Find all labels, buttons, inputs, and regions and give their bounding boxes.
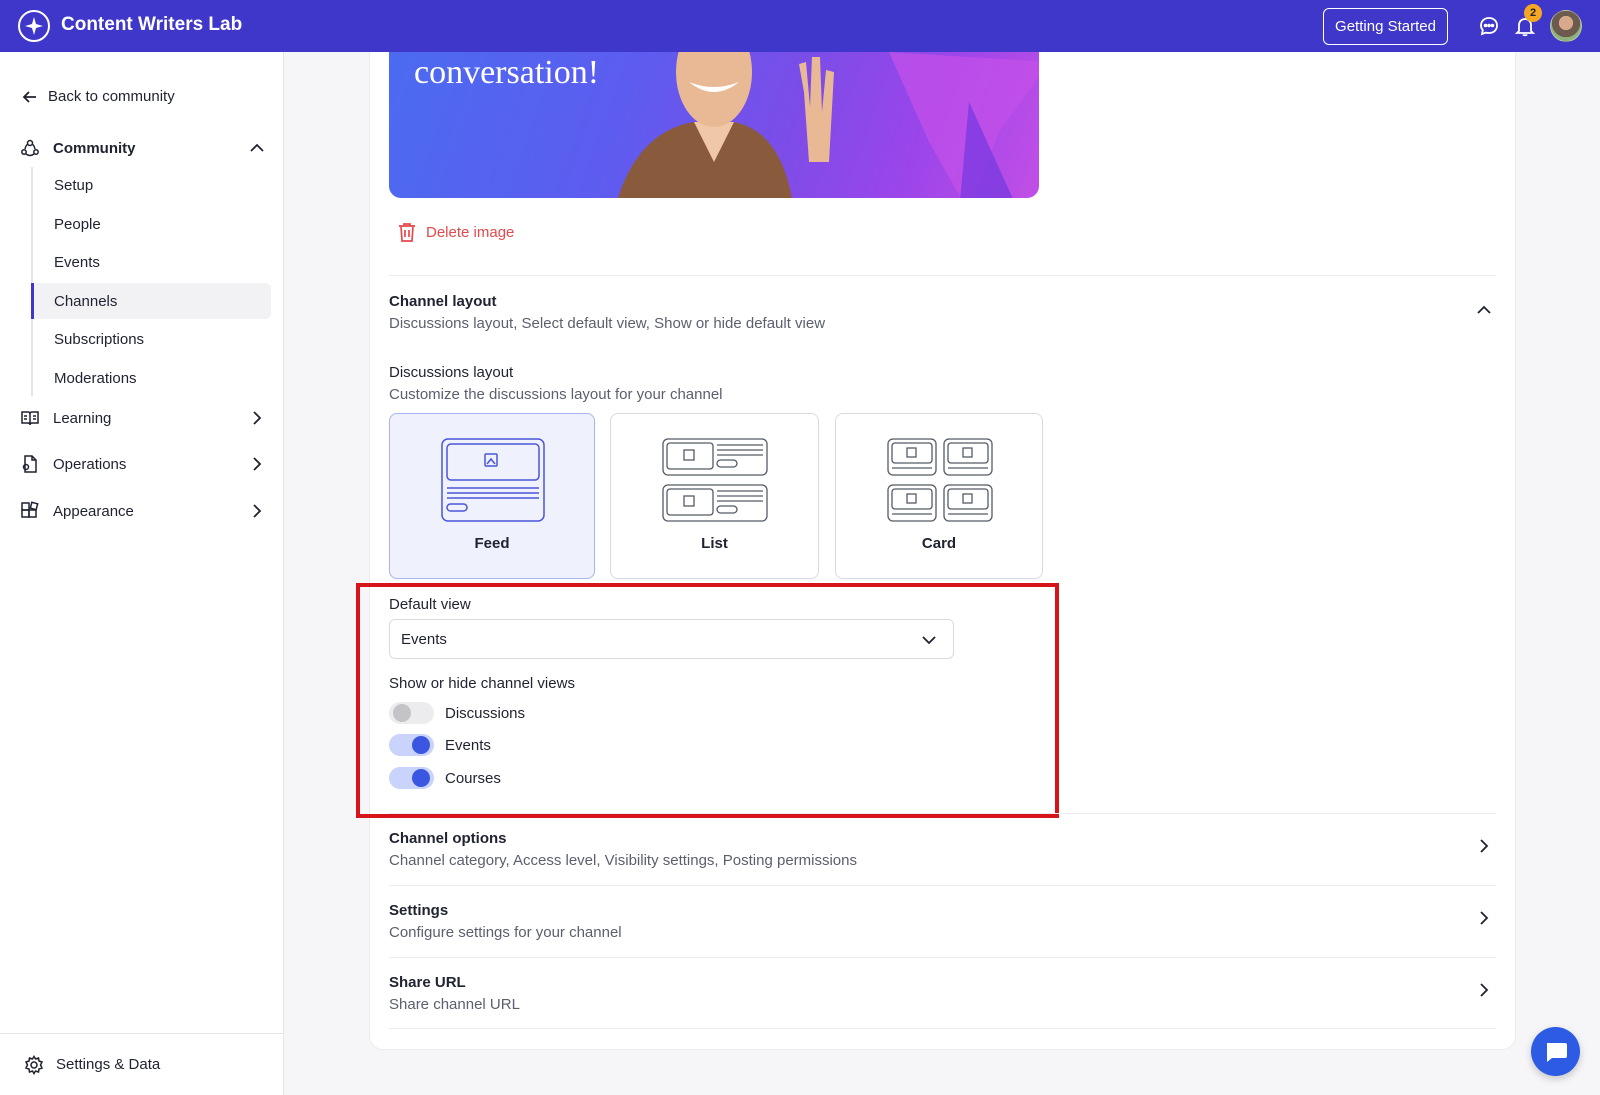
layout-option-card[interactable]: Card xyxy=(835,413,1043,579)
top-bar: Content Writers Lab Getting Started 2 xyxy=(0,0,1600,52)
courses-toggle[interactable] xyxy=(389,767,434,789)
toggle-row-courses: Courses xyxy=(389,767,501,789)
show-hide-views-label: Show or hide channel views xyxy=(389,675,575,692)
list-layout-icon xyxy=(662,438,768,522)
settings-title[interactable]: Settings xyxy=(389,902,448,919)
app-logo-icon[interactable] xyxy=(18,10,50,42)
settings-data-label: Settings & Data xyxy=(56,1056,161,1073)
channel-options-title[interactable]: Channel options xyxy=(389,830,507,847)
arrow-left-icon xyxy=(22,90,36,103)
divider xyxy=(389,1028,1496,1029)
chat-bubble-icon[interactable] xyxy=(1477,14,1501,38)
toggle-label: Courses xyxy=(445,769,501,787)
settings-data-link[interactable]: Settings & Data xyxy=(0,1033,284,1095)
notification-badge: 2 xyxy=(1524,4,1542,22)
sidebar-item-channels[interactable]: Channels xyxy=(31,283,271,319)
person-waving-image xyxy=(618,52,834,198)
sidebar-item-community[interactable]: Community xyxy=(20,138,265,158)
document-gear-icon xyxy=(22,455,37,473)
default-view-value: Events xyxy=(401,630,447,648)
default-view-select[interactable]: Events xyxy=(389,619,954,659)
layout-option-label: List xyxy=(701,535,728,552)
channel-layout-subtitle: Discussions layout, Select default view,… xyxy=(389,315,826,332)
chat-icon xyxy=(1546,1042,1567,1062)
getting-started-button[interactable]: Getting Started xyxy=(1323,8,1448,45)
sidebar-item-label: Learning xyxy=(53,409,112,427)
share-url-subtitle: Share channel URL xyxy=(389,996,520,1013)
channel-options-subtitle: Channel category, Access level, Visibili… xyxy=(389,852,857,869)
delete-image-label: Delete image xyxy=(426,223,515,241)
star-graphic xyxy=(889,52,1039,198)
chevron-right-icon[interactable] xyxy=(249,456,265,472)
divider xyxy=(389,813,1496,814)
sidebar-item-label: Operations xyxy=(53,455,127,473)
chevron-up-icon[interactable] xyxy=(249,140,265,156)
toggle-knob xyxy=(412,736,430,754)
events-toggle[interactable] xyxy=(389,734,434,756)
sidebar: Back to community Community Setup People… xyxy=(0,52,284,1095)
divider xyxy=(389,885,1496,886)
community-icon xyxy=(21,139,39,157)
toggle-row-discussions: Discussions xyxy=(389,702,525,724)
sidebar-item-operations[interactable]: Operations xyxy=(20,454,265,474)
trash-icon xyxy=(399,223,415,242)
toggle-knob xyxy=(393,704,411,722)
sidebar-item-setup[interactable]: Setup xyxy=(31,167,271,203)
book-icon xyxy=(21,411,39,426)
sidebar-item-subscriptions[interactable]: Subscriptions xyxy=(31,321,271,357)
toggle-label: Events xyxy=(445,736,491,754)
back-to-community-link[interactable]: Back to community xyxy=(22,88,175,105)
toggle-label: Discussions xyxy=(445,704,526,722)
sidebar-item-label: Appearance xyxy=(53,502,134,520)
feed-layout-icon xyxy=(441,438,545,522)
channel-cover-image: conversation! xyxy=(389,52,1039,198)
discussions-layout-label: Discussions layout xyxy=(389,364,514,381)
sidebar-item-learning[interactable]: Learning xyxy=(20,408,265,428)
divider xyxy=(389,275,1496,276)
divider xyxy=(389,957,1496,958)
layout-option-feed[interactable]: Feed xyxy=(389,413,595,579)
sidebar-item-moderations[interactable]: Moderations xyxy=(31,360,271,396)
back-to-community-label: Back to community xyxy=(48,88,175,105)
support-chat-button[interactable] xyxy=(1531,1027,1580,1076)
chevron-right-icon[interactable] xyxy=(249,410,265,426)
discussions-toggle[interactable] xyxy=(389,702,434,724)
chevron-right-icon[interactable] xyxy=(1476,982,1492,998)
chevron-down-icon xyxy=(922,636,936,645)
layout-option-label: Feed xyxy=(474,535,510,552)
chevron-right-icon[interactable] xyxy=(1476,838,1492,854)
card-layout-icon xyxy=(887,438,993,522)
chevron-right-icon[interactable] xyxy=(249,503,265,519)
default-view-label: Default view xyxy=(389,596,471,613)
layout-option-label: Card xyxy=(921,535,957,552)
user-avatar[interactable] xyxy=(1550,10,1582,42)
layout-option-list[interactable]: List xyxy=(610,413,819,579)
delete-image-button[interactable]: Delete image xyxy=(398,222,514,242)
sidebar-item-label: Community xyxy=(53,139,136,157)
app-title[interactable]: Content Writers Lab xyxy=(61,14,242,36)
toggle-knob xyxy=(412,769,430,787)
sidebar-item-people[interactable]: People xyxy=(31,206,271,242)
sidebar-item-appearance[interactable]: Appearance xyxy=(20,501,265,521)
gear-icon xyxy=(24,1054,44,1075)
banner-headline: conversation! xyxy=(414,54,600,91)
channel-layout-title[interactable]: Channel layout xyxy=(389,293,497,310)
sidebar-item-events[interactable]: Events xyxy=(31,244,271,280)
discussions-layout-subtitle: Customize the discussions layout for you… xyxy=(389,386,723,403)
toggle-row-events: Events xyxy=(389,734,491,756)
chevron-right-icon[interactable] xyxy=(1476,910,1492,926)
share-url-title[interactable]: Share URL xyxy=(389,974,466,991)
settings-subtitle: Configure settings for your channel xyxy=(389,924,622,941)
chevron-up-icon[interactable] xyxy=(1476,302,1492,318)
widgets-icon xyxy=(21,501,39,518)
